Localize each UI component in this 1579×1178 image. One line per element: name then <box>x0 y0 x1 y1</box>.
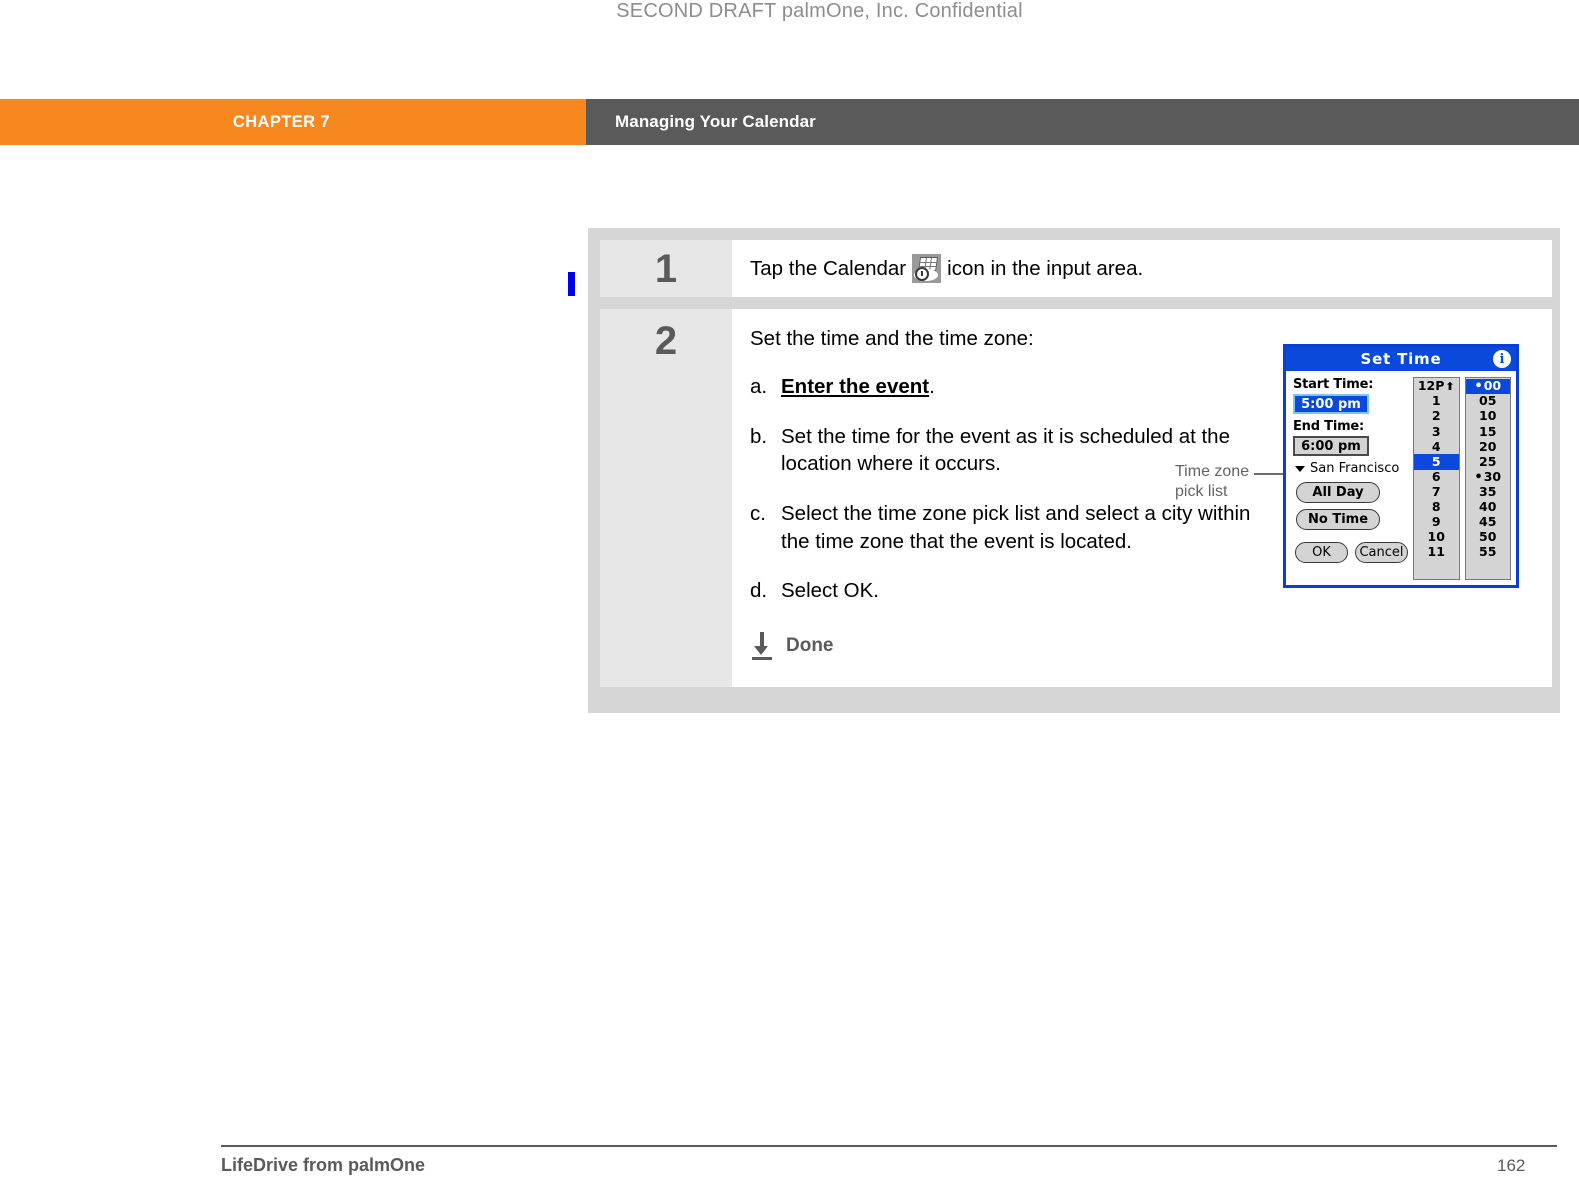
dialog-left-pane: Start Time: 5:00 pm End Time: 6:00 pm Sa… <box>1293 377 1408 580</box>
substep-marker: b. <box>750 424 768 448</box>
minute-item[interactable]: 55 <box>1466 545 1511 560</box>
hour-item[interactable]: 12P ⬆ <box>1414 379 1459 394</box>
substep-text: Select the time zone pick list and selec… <box>781 502 1251 553</box>
substep-marker: c. <box>750 502 766 526</box>
minute-item[interactable]: 40 <box>1466 500 1511 515</box>
no-time-button[interactable]: No Time <box>1296 509 1380 530</box>
minute-item[interactable]: 05 <box>1466 394 1511 409</box>
hour-item[interactable]: 1 <box>1414 394 1459 409</box>
minute-item[interactable]: 45 <box>1466 515 1511 530</box>
minute-item[interactable]: 30 <box>1466 470 1511 485</box>
info-icon[interactable]: i <box>1493 350 1511 368</box>
minute-item[interactable]: 50 <box>1466 530 1511 545</box>
step-number-cell: 2 <box>600 309 732 688</box>
dialog-body: Start Time: 5:00 pm End Time: 6:00 pm Sa… <box>1286 371 1516 585</box>
page-title: Managing Your Calendar <box>615 112 816 131</box>
start-time-field[interactable]: 5:00 pm <box>1293 394 1369 414</box>
substep-text: Enter the event. <box>781 373 935 401</box>
end-time-field[interactable]: 6:00 pm <box>1293 436 1369 456</box>
footer-divider <box>221 1145 1557 1147</box>
hour-item[interactable]: 4 <box>1414 439 1459 454</box>
minute-column[interactable]: 000510152025303540455055 <box>1464 377 1511 580</box>
substep-marker: d. <box>750 579 768 603</box>
minute-item[interactable]: 25 <box>1466 454 1511 469</box>
step-body: Tap the Calendar icon in the input area. <box>732 240 1552 297</box>
step-number-cell: 1 <box>600 240 732 297</box>
set-time-dialog: Set Time i Start Time: 5:00 pm End Time:… <box>1283 344 1519 588</box>
done-row: Done <box>750 631 1534 661</box>
end-time-label: End Time: <box>1293 419 1365 434</box>
timezone-value: San Francisco <box>1310 461 1400 476</box>
dialog-title: Set Time <box>1360 350 1442 368</box>
footer-page-number: 162 <box>1497 1156 1526 1175</box>
step-row: 1 Tap the Calendar icon in the input are… <box>600 240 1552 297</box>
scroll-up-arrow-icon[interactable]: ⬆ <box>1445 381 1454 392</box>
minute-item[interactable]: 20 <box>1466 439 1511 454</box>
start-time-label: Start Time: <box>1293 377 1374 392</box>
callout-line-1: Time zone <box>1175 463 1250 480</box>
chapter-header-bar: CHAPTER 7 Managing Your Calendar <box>0 99 1579 145</box>
substep-marker: a. <box>750 375 768 398</box>
hour-item[interactable]: 6 <box>1414 470 1459 485</box>
chapter-title-band: Managing Your Calendar <box>586 99 1579 145</box>
footer-product-name: LifeDrive from palmOne <box>221 1155 426 1175</box>
chapter-band: CHAPTER 7 <box>0 99 586 145</box>
hour-item[interactable]: 3 <box>1414 424 1459 439</box>
step-text-before-icon: Tap the Calendar <box>750 256 907 280</box>
all-day-button[interactable]: All Day <box>1296 482 1380 503</box>
chapter-label: CHAPTER 7 <box>232 112 330 131</box>
hour-item[interactable]: 9 <box>1414 515 1459 530</box>
hour-item[interactable]: 2 <box>1414 409 1459 424</box>
minute-item[interactable]: 10 <box>1466 409 1511 424</box>
done-label: Done <box>786 635 834 657</box>
minute-item[interactable]: 35 <box>1466 485 1511 500</box>
enter-the-event-link[interactable]: Enter the event <box>781 375 929 398</box>
dialog-buttons: OK Cancel <box>1295 542 1408 563</box>
callout-line-2: pick list <box>1175 483 1228 500</box>
hour-item[interactable]: 8 <box>1414 500 1459 515</box>
hour-item[interactable]: 11 <box>1414 545 1459 560</box>
minute-item[interactable]: 15 <box>1466 424 1511 439</box>
callout-time-zone-pick-list: Time zone pick list <box>1175 462 1285 502</box>
substep-text: Select OK. <box>781 579 879 603</box>
step-number: 2 <box>654 319 678 363</box>
minute-item[interactable]: 00 <box>1465 379 1510 395</box>
hour-item[interactable]: 5 <box>1414 454 1459 470</box>
hour-column[interactable]: 12P ⬆ 1 2 3 4 5 6 7 8 9 10 11 <box>1413 377 1460 580</box>
margin-change-marker <box>568 272 575 296</box>
hour-item[interactable]: 10 <box>1414 530 1459 545</box>
hour-item[interactable]: 7 <box>1414 485 1459 500</box>
calendar-icon <box>912 254 942 283</box>
cancel-button[interactable]: Cancel <box>1355 542 1408 563</box>
chevron-down-icon <box>1295 465 1305 472</box>
substep-suffix: . <box>929 375 935 398</box>
down-arrow-icon <box>750 631 774 661</box>
timezone-pick-list[interactable]: San Francisco <box>1295 461 1408 476</box>
step-number: 1 <box>654 246 678 291</box>
ok-button[interactable]: OK <box>1295 542 1348 563</box>
dialog-title-bar: Set Time i <box>1286 347 1516 371</box>
step-text-after-icon: icon in the input area. <box>947 256 1144 280</box>
draft-notice: SECOND DRAFT palmOne, Inc. Confidential <box>616 0 1023 22</box>
